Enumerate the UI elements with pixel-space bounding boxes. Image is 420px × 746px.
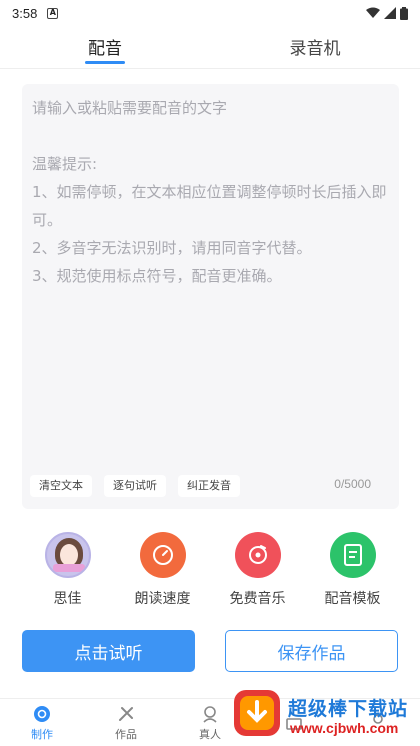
- battery-icon: [400, 6, 408, 20]
- voice-name: 思佳: [53, 591, 82, 607]
- tips-title: 温馨提示:: [32, 155, 98, 173]
- watermark-url: www.cjbwh.com: [290, 720, 399, 736]
- free-music-label: 免费音乐: [229, 591, 286, 607]
- tip-item: 2、多音字无法识别时，请用同音字代替。: [32, 239, 312, 257]
- works-icon: [116, 704, 136, 724]
- voice-avatar: [44, 532, 91, 578]
- avatar-badge: [52, 564, 85, 572]
- status-bar: 3:58 A: [0, 0, 420, 26]
- feature-row: 思佳 朗读速度 免费音乐 配音模板: [0, 532, 420, 614]
- text-input-area[interactable]: 请输入或粘贴需要配音的文字 温馨提示: 1、如需停顿，在文本相应位置调整停顿时长…: [22, 84, 399, 509]
- person-icon: [200, 704, 220, 724]
- dubbing-template-label: 配音模板: [324, 591, 381, 607]
- site-watermark: 超级棒下载站 www.cjbwh.com: [232, 686, 418, 746]
- nav-human-label: 真人: [199, 727, 221, 741]
- tab-dubbing-label: 配音: [88, 38, 122, 59]
- status-time: 3:58: [12, 5, 38, 21]
- tabs-divider: [0, 68, 420, 69]
- dubbing-template-button[interactable]: 配音模板: [313, 532, 393, 614]
- text-input-placeholder: 请输入或粘贴需要配音的文字: [32, 99, 228, 117]
- document-icon: [329, 532, 376, 578]
- status-icons: [366, 6, 408, 20]
- editor-toolbar: 清空文本 逐句试听 纠正发音: [30, 475, 240, 497]
- speedometer-icon: [139, 532, 186, 578]
- nav-item-make[interactable]: 制作: [0, 699, 84, 746]
- correct-pronunciation-button[interactable]: 纠正发音: [178, 475, 240, 497]
- signal-icon: [384, 7, 396, 19]
- make-icon: [32, 704, 52, 724]
- action-buttons: 点击试听 保存作品: [0, 630, 420, 674]
- avatar-face: [59, 544, 78, 566]
- char-counter: 0/5000: [334, 477, 371, 491]
- notification-a-icon: A: [47, 7, 59, 19]
- sentence-preview-button[interactable]: 逐句试听: [104, 475, 166, 497]
- watermark-title: 超级棒下载站: [288, 698, 409, 720]
- voice-selector[interactable]: 思佳: [28, 532, 108, 614]
- tab-active-indicator: [85, 61, 125, 64]
- tip-item: 1、如需停顿，在文本相应位置调整停顿时长后插入即可。: [32, 183, 387, 229]
- reading-speed-label: 朗读速度: [134, 591, 191, 607]
- watermark-logo-icon: [234, 690, 280, 736]
- wifi-icon: [366, 7, 380, 18]
- nav-works-label: 作品: [115, 727, 137, 741]
- clear-text-button[interactable]: 清空文本: [30, 475, 92, 497]
- tab-recorder-label: 录音机: [289, 38, 341, 59]
- save-work-button[interactable]: 保存作品: [225, 630, 398, 672]
- music-disc-icon: [234, 532, 281, 578]
- reading-speed-button[interactable]: 朗读速度: [123, 532, 203, 614]
- nav-item-works[interactable]: 作品: [84, 699, 168, 746]
- nav-make-label: 制作: [31, 727, 53, 741]
- free-music-button[interactable]: 免费音乐: [218, 532, 298, 614]
- top-tabs: 配音 录音机: [0, 26, 420, 66]
- preview-button[interactable]: 点击试听: [22, 630, 195, 672]
- tip-item: 3、规范使用标点符号，配音更准确。: [32, 267, 282, 285]
- tips-block: 温馨提示: 1、如需停顿，在文本相应位置调整停顿时长后插入即可。 2、多音字无法…: [32, 150, 389, 290]
- tab-dubbing[interactable]: 配音: [0, 26, 210, 66]
- tab-recorder[interactable]: 录音机: [210, 26, 420, 66]
